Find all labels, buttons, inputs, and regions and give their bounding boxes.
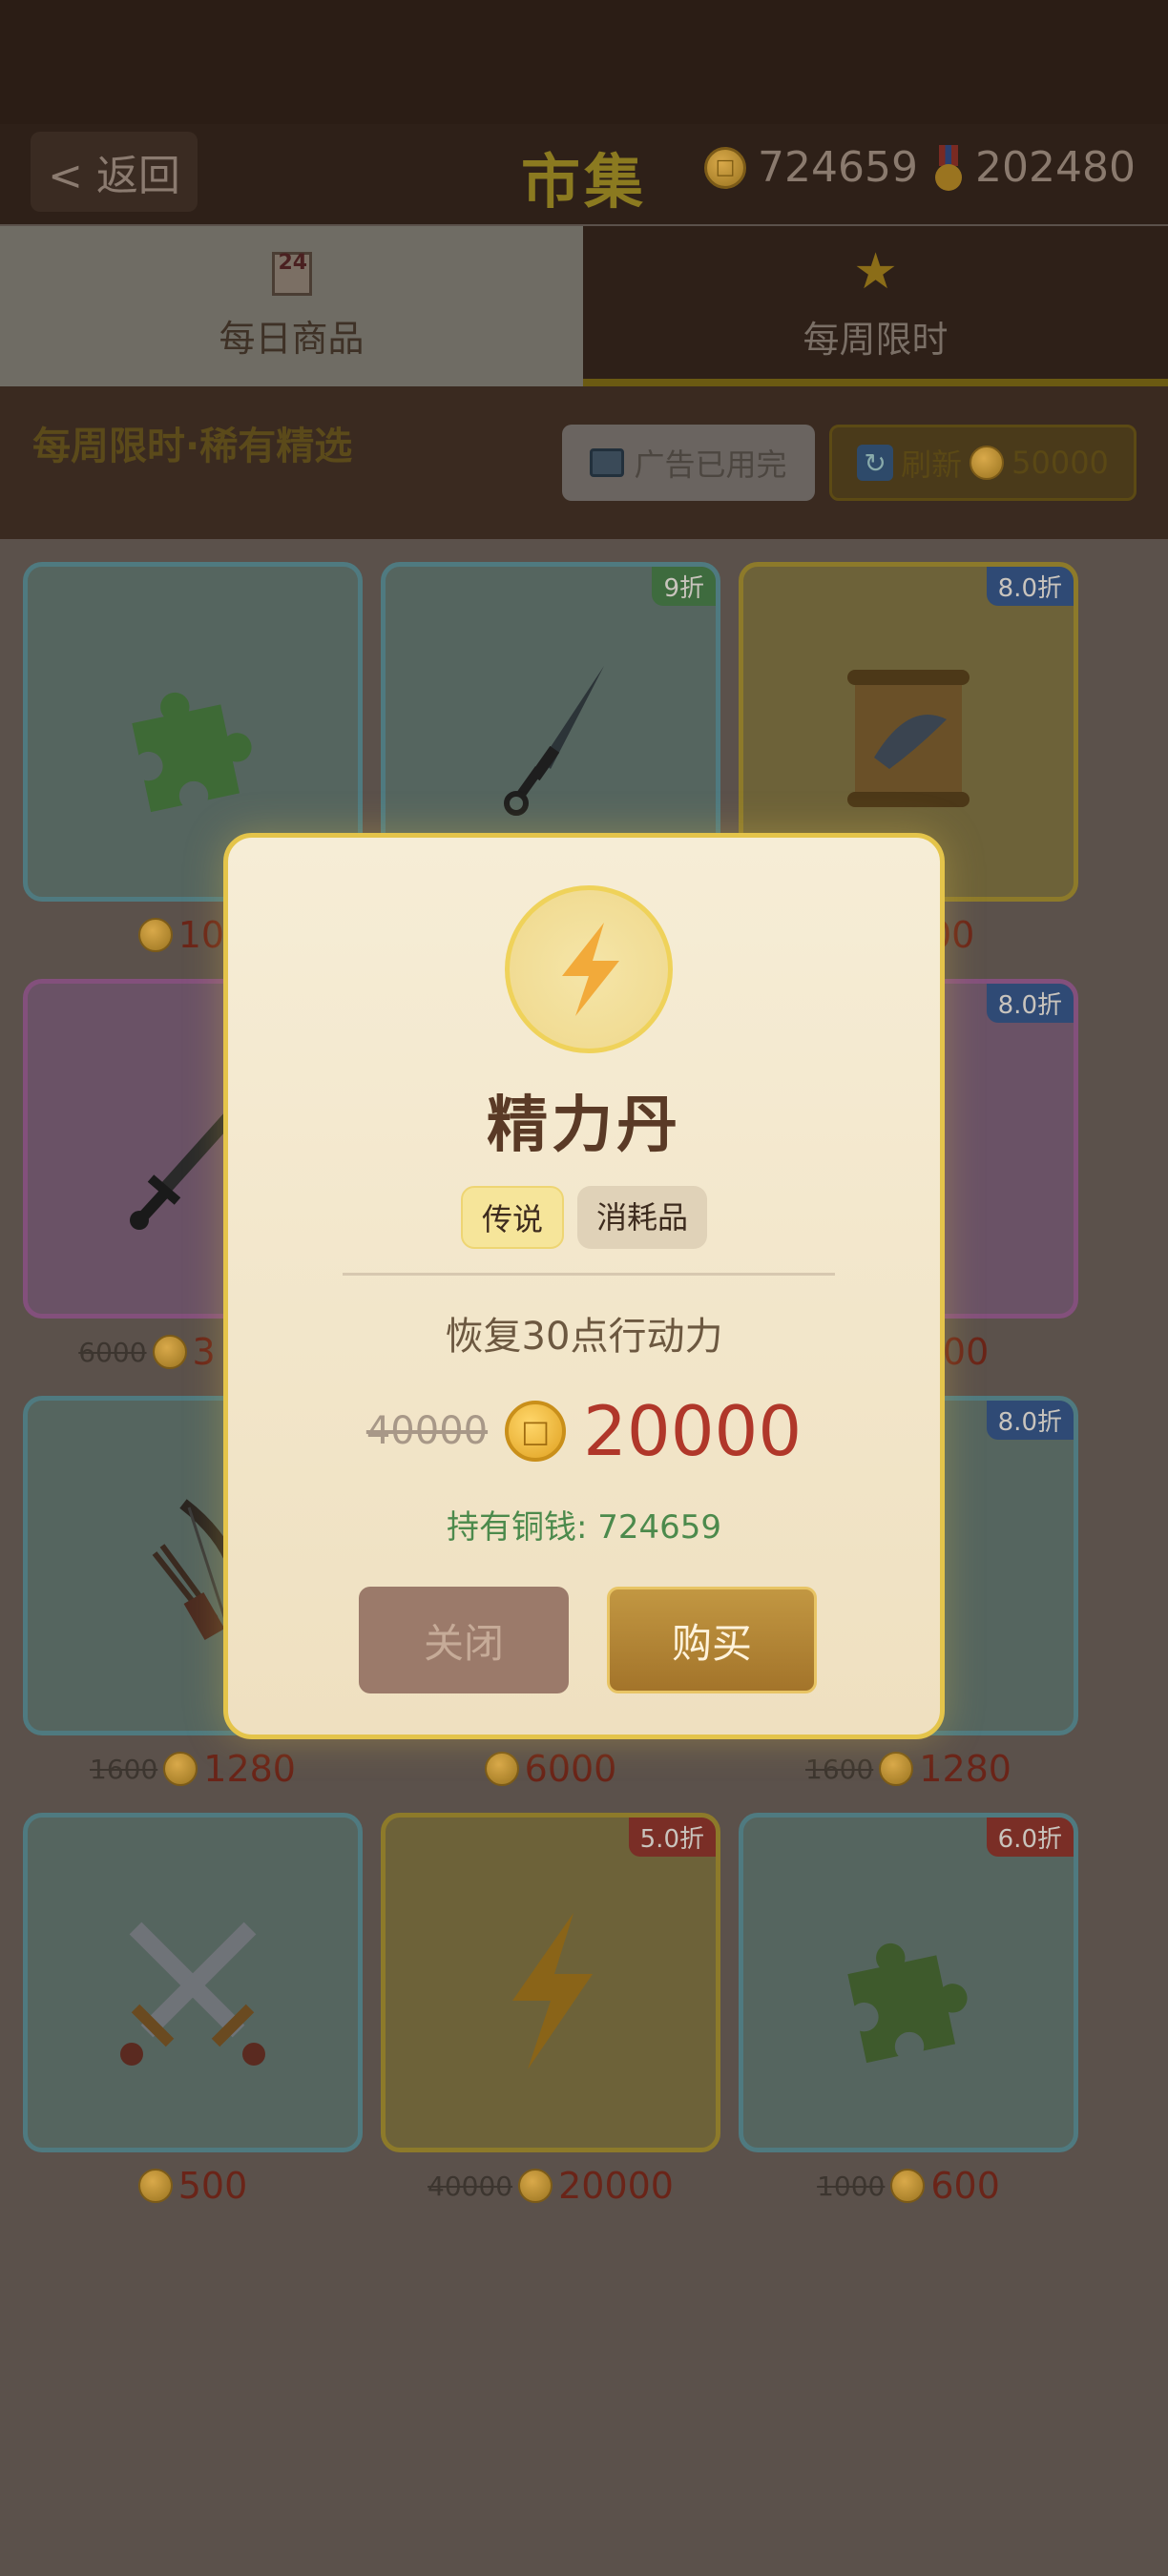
tab-weekly-label: 每周限时 (803, 318, 949, 361)
ad-button[interactable]: 广告已用完 (562, 425, 815, 501)
shop-card[interactable] (23, 1813, 363, 2152)
puzzle-icon (743, 1875, 1074, 2104)
star-icon: ★ (853, 242, 898, 301)
buy-button[interactable]: 购买 (607, 1587, 817, 1693)
price: 3 (192, 1331, 216, 1373)
price-row: 500 (23, 2162, 363, 2210)
discount-badge: 8.0折 (986, 1401, 1074, 1440)
coin-icon (137, 918, 173, 952)
coin-balance-value: 724659 (758, 143, 918, 192)
lightning-icon (505, 885, 673, 1053)
ad-label: 广告已用完 (634, 447, 787, 483)
coin-icon (152, 1335, 187, 1369)
refresh-icon: ↻ (857, 445, 894, 481)
coin-icon (879, 1752, 914, 1786)
tv-icon (590, 448, 625, 477)
price-row: 1600 1280 (739, 1745, 1078, 1793)
coin-icon (890, 2169, 926, 2203)
discount-badge: 9折 (652, 567, 716, 606)
dagger-icon (386, 624, 716, 853)
medal-icon (933, 144, 964, 191)
discount-badge: 8.0折 (986, 567, 1074, 606)
coin-icon (970, 446, 1005, 480)
type-tag: 消耗品 (577, 1186, 708, 1249)
price-row: 6000 (381, 1745, 720, 1793)
discount-badge: 5.0折 (628, 1818, 716, 1857)
price: 20000 (583, 1391, 803, 1471)
coin-icon: □ (505, 1401, 567, 1462)
old-price: 1600 (805, 1753, 874, 1785)
purchase-dialog: 精力丹 传说 消耗品 恢复30点行动力 40000 □ 20000 持有铜钱: … (223, 833, 945, 1739)
close-button[interactable]: 关闭 (359, 1587, 569, 1693)
old-price: 40000 (428, 2170, 513, 2202)
old-price: 1000 (817, 2170, 886, 2202)
discount-badge: 6.0折 (986, 1818, 1074, 1857)
price: 6000 (524, 1748, 617, 1790)
medal-balance: 202480 (933, 143, 1136, 192)
calendar-24-icon (271, 251, 312, 296)
status-bar (0, 0, 1168, 124)
coin-balance: □ 724659 (704, 143, 918, 192)
refresh-button[interactable]: ↻ 刷新 50000 (829, 425, 1137, 501)
held-coins: 持有铜钱: 724659 (446, 1508, 722, 1547)
item-description: 恢复30点行动力 (445, 1315, 723, 1359)
coin-icon (137, 2169, 173, 2203)
coin-icon (484, 1752, 519, 1786)
refresh-label: 刷新 (901, 447, 963, 483)
coin-icon: □ (704, 146, 746, 189)
coin-icon (163, 1752, 198, 1786)
refresh-cost: 50000 (1012, 445, 1109, 481)
section-title: 每周限时·稀有精选 (32, 425, 353, 468)
coin-icon (518, 2169, 553, 2203)
divider (343, 1273, 835, 1276)
price-row: 1600 1280 (23, 1745, 363, 1793)
medal-balance-value: 202480 (975, 143, 1136, 192)
tab-daily-label: 每日商品 (219, 317, 365, 360)
item-tags: 传说 消耗品 (228, 1186, 940, 1249)
old-price: 6000 (78, 1336, 147, 1368)
price: 1280 (203, 1748, 296, 1790)
price: 500 (177, 2165, 248, 2207)
puzzle-icon (28, 624, 358, 853)
price: 20000 (558, 2165, 674, 2207)
price-row: 1000 600 (739, 2162, 1078, 2210)
tab-daily-goods[interactable]: 每日商品 (0, 226, 583, 386)
lightning-icon (386, 1875, 716, 2104)
price: 1280 (919, 1748, 1012, 1790)
old-price: 1600 (90, 1753, 158, 1785)
old-price: 40000 (365, 1409, 489, 1453)
item-name: 精力丹 (487, 1091, 681, 1161)
shop-card[interactable]: 6.0折 (739, 1813, 1078, 2152)
shop-card[interactable]: 5.0折 (381, 1813, 720, 2152)
tab-weekly-limited[interactable]: ★ 每周限时 (583, 226, 1168, 386)
price-row: 40000 20000 (381, 2162, 720, 2210)
discount-badge: 8.0折 (986, 984, 1074, 1023)
rarity-tag: 传说 (460, 1186, 564, 1249)
price: 600 (930, 2165, 1000, 2207)
price-line: 40000 □ 20000 (228, 1391, 940, 1471)
scroll-icon (743, 624, 1074, 853)
crossed-swords-icon (28, 1875, 358, 2104)
